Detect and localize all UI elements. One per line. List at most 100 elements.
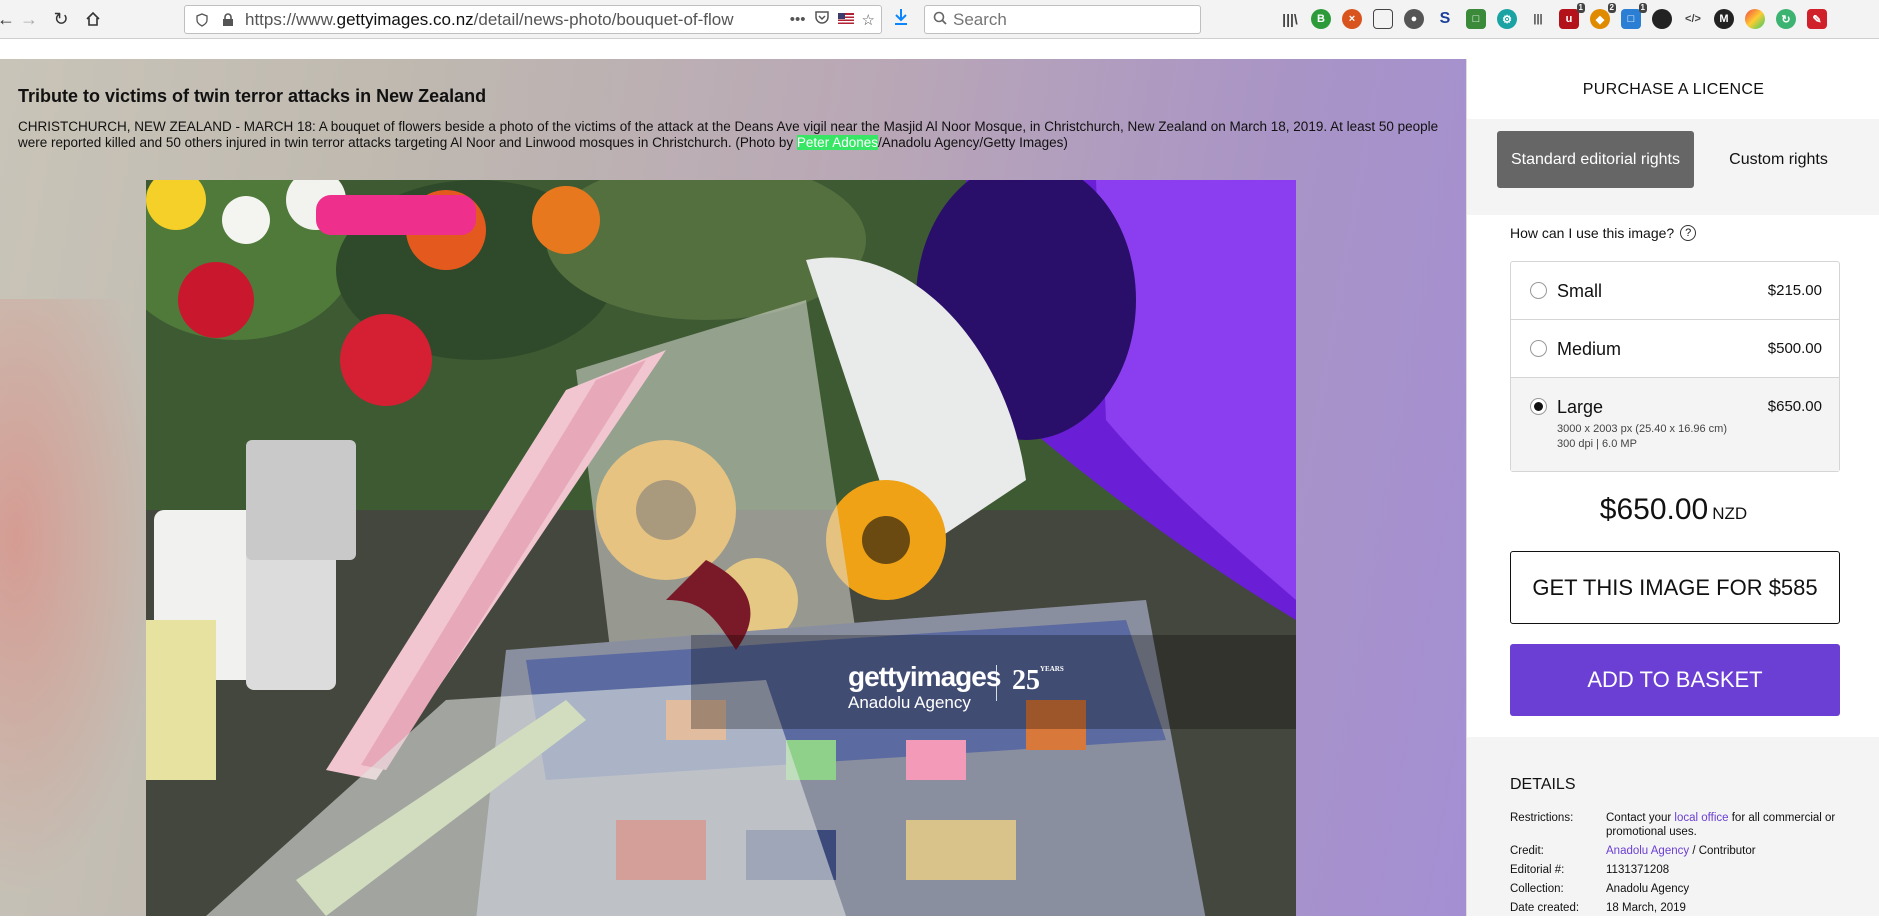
extension-blue-icon[interactable]: □ 1 (1621, 3, 1647, 29)
restrictions-text: Contact your (1606, 812, 1675, 824)
details-title: DETAILS (1510, 776, 1576, 793)
detail-row-collection: Collection: Anadolu Agency (1510, 882, 1850, 896)
back-icon[interactable]: ← (0, 7, 18, 31)
size-details: 3000 x 2003 px (25.40 x 16.96 cm) 300 dp… (1557, 422, 1727, 452)
detail-row-restrictions: Restrictions: Contact your local office … (1510, 811, 1850, 839)
getty-logo: gettyimages (848, 661, 1001, 692)
usage-question-text: How can I use this image? (1510, 225, 1675, 241)
size-price: $650.00 (1767, 398, 1822, 415)
anniversary-number: 25 (1012, 665, 1040, 696)
usage-question: How can I use this image? ? (1510, 225, 1697, 241)
watermark-agency: Anadolu Agency (848, 693, 971, 712)
local-office-link[interactable]: local office (1674, 812, 1728, 824)
size-option-medium[interactable]: Medium $500.00 (1511, 320, 1839, 378)
download-icon[interactable] (893, 8, 909, 31)
background-blur (0, 299, 160, 899)
detail-row-credit: Credit: Anadolu Agency / Contributor (1510, 844, 1850, 858)
library-icon[interactable]: |||\ (1280, 9, 1300, 29)
size-name: Medium (1557, 339, 1622, 359)
url-host: gettyimages.co.nz (336, 9, 474, 29)
extension-fox-icon[interactable]: ◆ 2 (1590, 3, 1616, 29)
main-photo[interactable] (146, 180, 1296, 916)
anniversary-logo: 25YEARS (1012, 665, 1064, 697)
reload-icon[interactable]: ↻ (49, 7, 73, 31)
caption-text: CHRISTCHURCH, NEW ZEALAND - MARCH 18: A … (18, 119, 1439, 150)
pocket-icon[interactable] (814, 10, 830, 29)
size-options: Small $215.00 Medium $500.00 Large $650.… (1510, 261, 1840, 472)
purchase-title: PURCHASE A LICENCE (1582, 81, 1765, 98)
browser-toolbar: ← → ↻ https://www.gettyimages.co.nz/deta… (0, 0, 1879, 39)
code-icon[interactable]: </> (1683, 9, 1703, 29)
caption-highlight: Peter Adones (796, 135, 878, 150)
extension-refresh-icon[interactable]: ↻ (1776, 9, 1796, 29)
size-radio-small[interactable] (1530, 282, 1547, 299)
caption-text-end: /Anadolu Agency/Getty Images) (877, 135, 1068, 150)
size-resolution: 300 dpi | 6.0 MP (1557, 438, 1637, 450)
bookmark-star-icon[interactable]: ☆ (862, 11, 875, 29)
credit-link[interactable]: Anadolu Agency (1606, 845, 1689, 857)
extension-doc-icon[interactable]: □ (1466, 9, 1486, 29)
home-icon[interactable] (81, 7, 105, 31)
search-icon (933, 11, 947, 28)
size-price: $215.00 (1767, 282, 1822, 299)
image-detail-area: Tribute to victims of twin terror attack… (0, 59, 1466, 916)
custom-rights-tab[interactable]: Custom rights (1680, 131, 1877, 188)
detail-value: Anadolu Agency (1606, 883, 1690, 895)
extension-gray-icon[interactable]: ● (1404, 9, 1424, 29)
detail-value: 1131371208 (1606, 864, 1670, 876)
rights-selector: Standard editorial rights Custom rights (1467, 119, 1879, 215)
lock-icon[interactable] (219, 11, 237, 29)
size-radio-medium[interactable] (1530, 340, 1547, 357)
size-radio-large[interactable] (1530, 398, 1547, 415)
size-name: Large (1557, 397, 1604, 417)
search-input[interactable] (953, 9, 1193, 30)
url-scheme: https://www. (245, 9, 337, 29)
detail-label: Restrictions: (1510, 812, 1574, 824)
extension-bars-icon[interactable]: ||| (1528, 9, 1548, 29)
size-dimensions: 3000 x 2003 px (25.40 x 16.96 cm) (1557, 423, 1727, 435)
currency-code: NZD (1712, 504, 1748, 523)
extension-m-icon[interactable]: M (1714, 9, 1734, 29)
extension-black-dot-icon[interactable] (1652, 9, 1672, 29)
extension-s-icon[interactable]: S (1435, 9, 1455, 29)
page-title: Tribute to victims of twin terror attack… (18, 86, 487, 106)
extension-red-icon[interactable]: ✎ (1807, 9, 1827, 29)
detail-label: Collection: (1510, 883, 1564, 895)
flag-icon[interactable] (837, 11, 854, 28)
page-actions-icon[interactable]: ••• (790, 11, 806, 28)
sidebar-icon[interactable] (1373, 9, 1393, 29)
url-path: /detail/news-photo/bouquet-of-flow (473, 9, 734, 29)
extension-color-icon[interactable] (1745, 9, 1765, 29)
extension-badge: 1 (1576, 3, 1585, 13)
detail-row-date: Date created: 18 March, 2019 (1510, 901, 1850, 915)
size-price: $500.00 (1767, 340, 1822, 357)
watermark-divider (996, 665, 997, 701)
detail-value: Anadolu Agency / Contributor (1606, 844, 1850, 858)
image-caption: CHRISTCHURCH, NEW ZEALAND - MARCH 18: A … (18, 119, 1458, 151)
extension-badge: 2 (1607, 3, 1616, 13)
ublock-icon[interactable]: u1 (1559, 3, 1585, 29)
extension-green-icon[interactable]: B (1311, 9, 1331, 29)
info-icon[interactable] (193, 11, 211, 29)
size-option-small[interactable]: Small $215.00 (1511, 262, 1839, 320)
detail-row-editorial: Editorial #: 1131371208 (1510, 863, 1850, 877)
total-price: $650.00 NZD (1467, 493, 1879, 527)
purchase-panel: PURCHASE A LICENCE Standard editorial ri… (1466, 59, 1879, 916)
size-option-large[interactable]: Large $650.00 3000 x 2003 px (25.40 x 16… (1511, 378, 1839, 471)
total-amount: $650.00 (1599, 493, 1709, 526)
standard-rights-tab[interactable]: Standard editorial rights (1497, 131, 1694, 188)
anniversary-word: YEARS (1040, 665, 1064, 673)
extension-orange-icon[interactable]: × (1342, 9, 1362, 29)
url-bar[interactable]: https://www.gettyimages.co.nz/detail/new… (184, 5, 882, 34)
detail-value: Contact your local office for all commer… (1606, 811, 1850, 839)
url-text[interactable]: https://www.gettyimages.co.nz/detail/new… (245, 10, 771, 30)
add-to-basket-button[interactable]: ADD TO BASKET (1510, 644, 1840, 716)
forward-icon[interactable]: → (17, 7, 41, 31)
getty-watermark: gettyimages Anadolu Agency (848, 661, 1001, 713)
size-name: Small (1557, 281, 1603, 301)
help-icon[interactable]: ? (1680, 225, 1697, 241)
details-list: Restrictions: Contact your local office … (1510, 811, 1850, 920)
search-bar[interactable] (924, 5, 1201, 34)
get-image-button[interactable]: GET THIS IMAGE FOR $585 (1510, 551, 1840, 624)
extension-gear-icon[interactable]: ⚙ (1497, 9, 1517, 29)
